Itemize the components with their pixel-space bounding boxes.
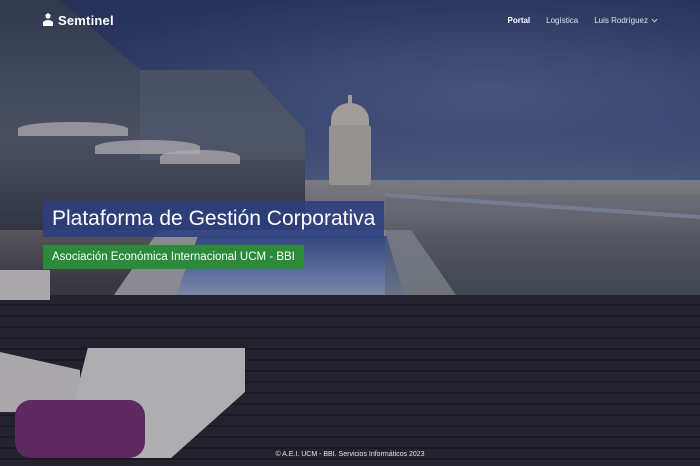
brand-logo[interactable]: Semtinel [42,13,114,28]
user-menu-dropdown[interactable]: Luis Rodríguez [594,16,658,25]
nav-item-logistica[interactable]: Logística [546,16,578,25]
chevron-down-icon [651,18,658,22]
page-subtitle: Asociación Económica Internacional UCM -… [43,245,304,269]
nav-item-portal[interactable]: Portal [507,16,530,25]
brand-name: Semtinel [58,12,114,28]
user-name: Luis Rodríguez [594,15,648,25]
top-navbar: Semtinel Portal Logística Luis Rodríguez [0,0,700,40]
person-icon [43,13,53,26]
footer-copyright: © A.E.I. UCM - BBI. Servicios Informátic… [275,451,425,458]
nav-menu: Portal Logística Luis Rodríguez [507,16,658,25]
page-title: Plataforma de Gestión Corporativa [43,201,385,237]
